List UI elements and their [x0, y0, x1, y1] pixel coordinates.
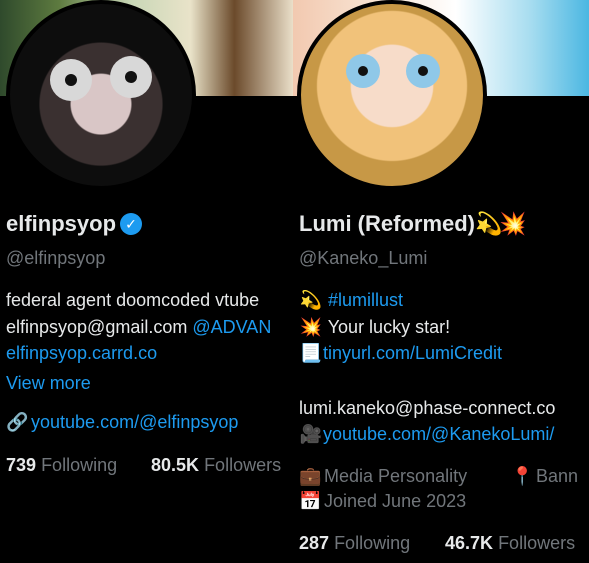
profile-location: 📍 Bann	[511, 466, 579, 486]
avatar-eye	[50, 59, 92, 101]
bio-line: 📃tinyurl.com/LumiCredit	[299, 343, 502, 364]
spark-emoji-icon: 💥	[499, 211, 527, 236]
followers-stat[interactable]: 46.7K Followers	[445, 533, 575, 554]
bio-line: lumi.kaneko@phase-connect.co	[299, 398, 556, 418]
comet-emoji-icon: 💫	[299, 290, 323, 310]
bio-line: elfinpsyop@gmail.com @ADVAN	[6, 317, 272, 337]
bio-line: 💫 #lumillust	[299, 290, 403, 311]
scroll-emoji-icon: 📃	[299, 343, 323, 363]
website-link[interactable]: youtube.com/@elfinpsyop	[31, 412, 238, 432]
view-more-link[interactable]: View more	[6, 373, 91, 394]
comet-emoji-icon: 💫	[475, 211, 503, 236]
display-name: Lumi (Reformed)💫💥	[299, 211, 527, 236]
followers-stat[interactable]: 80.5K Followers	[151, 455, 281, 476]
movie-camera-emoji-icon: 🎥	[299, 424, 323, 444]
verified-badge-icon[interactable]: ✓	[120, 213, 143, 235]
profile-card-elfinpsyop: elfinpsyop ✓ @elfinpsyop federal agent do…	[0, 0, 293, 563]
avatar-eye	[406, 54, 440, 88]
profile-joined: 📅 Joined June 2023	[299, 491, 467, 511]
link-icon: 🔗	[6, 412, 29, 432]
display-name: elfinpsyop ✓	[6, 211, 143, 237]
bio-youtube-link[interactable]: youtube.com/@KanekoLumi/	[323, 424, 554, 444]
following-stat[interactable]: 739 Following	[6, 455, 117, 476]
following-stat[interactable]: 287 Following	[299, 533, 410, 554]
handle: @Kaneko_Lumi	[299, 248, 428, 268]
bio-line: 🎥youtube.com/@KanekoLumi/	[299, 424, 555, 445]
location-pin-icon: 📍	[511, 466, 534, 486]
profile-website: 🔗 youtube.com/@elfinpsyop	[6, 412, 238, 433]
calendar-icon: 📅	[299, 491, 322, 511]
avatar-eye	[110, 56, 152, 98]
handle: @elfinpsyop	[6, 248, 106, 268]
briefcase-icon: 💼	[299, 466, 322, 486]
bio-credit-link[interactable]: tinyurl.com/LumiCredit	[323, 343, 502, 363]
bio-line: 💥 Your lucky star!	[299, 317, 451, 337]
avatar[interactable]	[297, 0, 487, 190]
avatar-eye	[346, 54, 380, 88]
bio-mention-link[interactable]: @ADVAN	[192, 317, 271, 337]
profile-card-kaneko-lumi: Lumi (Reformed)💫💥 @Kaneko_Lumi 💫 #lumill…	[293, 0, 589, 563]
avatar[interactable]	[6, 0, 196, 190]
bio-hashtag-link[interactable]: #lumillust	[328, 290, 403, 310]
spark-emoji-icon: 💥	[299, 317, 323, 337]
bio-line: federal agent doomcoded vtube	[6, 290, 260, 310]
bio-website-link[interactable]: elfinpsyop.carrd.co	[6, 343, 157, 364]
profile-category: 💼 Media Personality	[299, 466, 468, 486]
